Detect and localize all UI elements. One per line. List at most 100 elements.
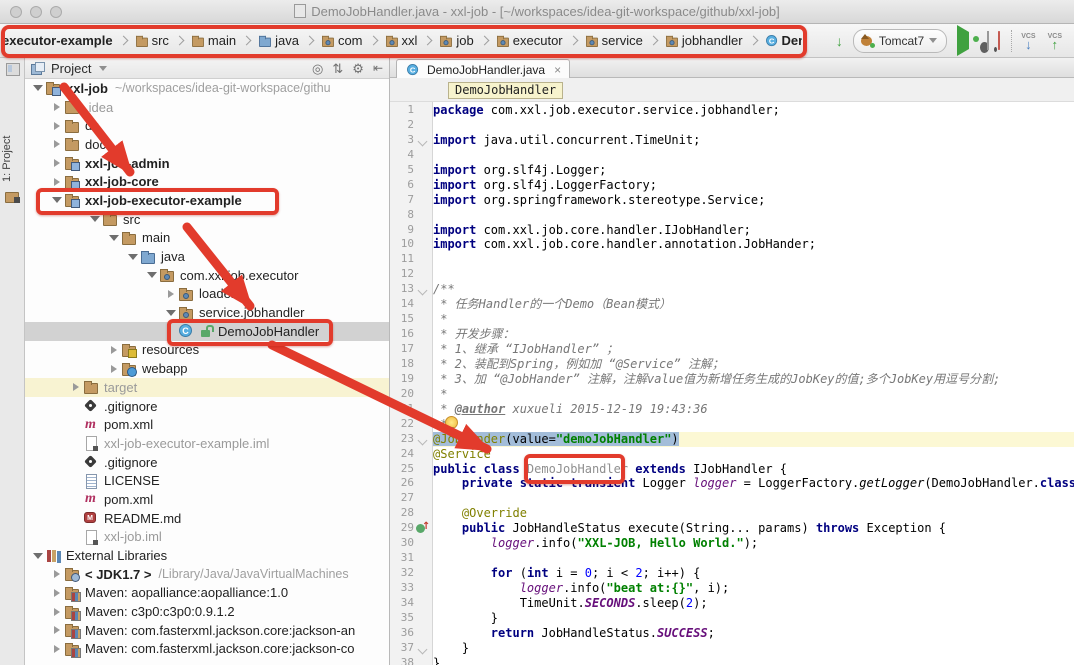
tree-item-xxl-job-iml[interactable]: xxl-job.iml	[25, 528, 389, 547]
expand-closed-icon[interactable]	[50, 645, 64, 653]
expand-closed-icon[interactable]	[50, 122, 64, 130]
tree-item-loader[interactable]: loader	[25, 285, 389, 304]
tree-item-pom-xml[interactable]: pom.xml	[25, 415, 389, 434]
tree-item-gitignore[interactable]: .gitignore	[25, 397, 389, 416]
nav-crumb-executor[interactable]: executor	[495, 33, 563, 49]
code-line-18[interactable]: 18 * 2、装配到Spring，例如加 “@Service” 注解；	[390, 357, 1074, 372]
expand-closed-icon[interactable]	[69, 383, 83, 391]
tree-item-xxl-job-executor-example-iml[interactable]: xxl-job-executor-example.iml	[25, 434, 389, 453]
code-line-13[interactable]: 13/**	[390, 282, 1074, 297]
code-line-30[interactable]: 30 logger.info("XXL-JOB, Hello World.");	[390, 536, 1074, 551]
code-line-1[interactable]: 1package com.xxl.job.executor.service.jo…	[390, 103, 1074, 118]
vcs-update-button[interactable]: VCS↓	[1021, 33, 1035, 49]
fold-marker-icon[interactable]	[418, 644, 428, 654]
expand-open-icon[interactable]	[107, 235, 121, 241]
expand-closed-icon[interactable]	[50, 626, 64, 634]
expand-open-icon[interactable]	[164, 310, 178, 316]
expand-open-icon[interactable]	[50, 197, 64, 203]
tree-item-maven-com-fasterxml-jackson-core-jackson-co[interactable]: Maven: com.fasterxml.jackson.core:jackso…	[25, 640, 389, 659]
expand-closed-icon[interactable]	[50, 178, 64, 186]
expand-closed-icon[interactable]	[107, 346, 121, 354]
project-tool-window-tab[interactable]: 1: Project	[1, 82, 13, 182]
collapse-all-button[interactable]: ⇅	[332, 62, 343, 75]
nav-crumb-service[interactable]: service	[584, 33, 643, 49]
run-button[interactable]	[957, 32, 969, 50]
coverage-button[interactable]	[987, 32, 989, 50]
expand-open-icon[interactable]	[126, 254, 140, 260]
tree-item-jdk1-7[interactable]: < JDK1.7 >/Library/Java/JavaVirtualMachi…	[25, 565, 389, 584]
code-line-31[interactable]: 31	[390, 551, 1074, 566]
nav-crumb-job[interactable]: job	[438, 33, 473, 49]
tree-item-maven-com-fasterxml-jackson-core-jackson-an[interactable]: Maven: com.fasterxml.jackson.core:jackso…	[25, 621, 389, 640]
code-line-8[interactable]: 8	[390, 208, 1074, 223]
tree-item-webapp[interactable]: webapp	[25, 359, 389, 378]
code-line-6[interactable]: 6import org.slf4j.LoggerFactory;	[390, 178, 1074, 193]
tree-item-maven-c3p0-c3p0-0-9-1-2[interactable]: Maven: c3p0:c3p0:0.9.1.2	[25, 602, 389, 621]
code-line-16[interactable]: 16 * 开发步骤：	[390, 327, 1074, 342]
tree-item-doc[interactable]: doc	[25, 135, 389, 154]
fold-marker-icon[interactable]	[418, 286, 428, 296]
code-line-3[interactable]: 3import java.util.concurrent.TimeUnit;	[390, 133, 1074, 148]
nav-crumb-xxl[interactable]: xxl	[384, 33, 418, 49]
tree-item-xxl-job-admin[interactable]: xxl-job-admin	[25, 154, 389, 173]
nav-crumb-jobhandler[interactable]: jobhandler	[664, 33, 743, 49]
tree-item-demojobhandler[interactable]: DemoJobHandler	[25, 322, 389, 341]
code-line-10[interactable]: 10import com.xxl.job.core.handler.annota…	[390, 237, 1074, 252]
nav-crumb-executor-example[interactable]: executor-example	[2, 33, 113, 48]
tree-item-service-jobhandler[interactable]: service.jobhandler	[25, 303, 389, 322]
code-line-4[interactable]: 4	[390, 148, 1074, 163]
expand-closed-icon[interactable]	[50, 589, 64, 597]
code-line-32[interactable]: 32 for (int i = 0; i < 2; i++) {	[390, 566, 1074, 581]
update-project-icon[interactable]: ↓	[836, 33, 843, 49]
fold-marker-icon[interactable]	[418, 435, 428, 445]
nav-crumb-src[interactable]: src	[134, 33, 169, 49]
code-line-11[interactable]: 11	[390, 252, 1074, 267]
code-line-27[interactable]: 27	[390, 491, 1074, 506]
code-line-12[interactable]: 12	[390, 267, 1074, 282]
hide-panel-button[interactable]: ⇤	[373, 62, 383, 74]
tree-item-gitignore[interactable]: .gitignore	[25, 453, 389, 472]
tree-item-target[interactable]: target	[25, 378, 389, 397]
tree-item-xxl-job-executor-example[interactable]: xxl-job-executor-example	[25, 191, 389, 210]
expand-open-icon[interactable]	[145, 272, 159, 278]
code-line-14[interactable]: 14 * 任务Handler的一个Demo（Bean模式）	[390, 297, 1074, 312]
code-line-5[interactable]: 5import org.slf4j.Logger;	[390, 163, 1074, 178]
nav-crumb-main[interactable]: main	[190, 33, 236, 49]
vcs-commit-button[interactable]: VCS↑	[1048, 33, 1062, 49]
close-tab-icon[interactable]: ×	[554, 64, 561, 76]
expand-closed-icon[interactable]	[107, 365, 121, 373]
tree-item-main[interactable]: main	[25, 229, 389, 248]
code-line-20[interactable]: 20 *	[390, 387, 1074, 402]
nav-crumb-demojobhandler[interactable]: DemoJobHandler	[764, 33, 802, 49]
code-line-36[interactable]: 36 return JobHandleStatus.SUCCESS;	[390, 626, 1074, 641]
code-line-22[interactable]: 22 */	[390, 417, 1074, 432]
code-line-17[interactable]: 17 * 1、继承 “IJobHandler” ；	[390, 342, 1074, 357]
tree-item-xxl-job[interactable]: xxl-job~/workspaces/idea-git-workspace/g…	[25, 79, 389, 98]
fold-marker-icon[interactable]	[418, 136, 428, 146]
stop-button[interactable]	[998, 32, 1000, 50]
code-line-7[interactable]: 7import org.springframework.stereotype.S…	[390, 193, 1074, 208]
expand-closed-icon[interactable]	[164, 290, 178, 298]
code-line-9[interactable]: 9import com.xxl.job.core.handler.IJobHan…	[390, 223, 1074, 238]
tree-item-readme-md[interactable]: README.md	[25, 509, 389, 528]
code-line-24[interactable]: 24@Service	[390, 447, 1074, 462]
tree-item-resources[interactable]: resources	[25, 341, 389, 360]
nav-crumb-java[interactable]: java	[257, 33, 299, 49]
expand-closed-icon[interactable]	[50, 570, 64, 578]
locate-file-button[interactable]: ◎	[312, 62, 323, 75]
code-line-33[interactable]: 33 logger.info("beat at:{}", i);	[390, 581, 1074, 596]
tree-item-com-xxl-job-executor[interactable]: com.xxl.job.executor	[25, 266, 389, 285]
settings-gear-button[interactable]: ⚙	[352, 62, 364, 75]
tree-item-pom-xml[interactable]: pom.xml	[25, 490, 389, 509]
expand-open-icon[interactable]	[31, 85, 45, 91]
tree-item-java[interactable]: java	[25, 247, 389, 266]
tree-item-idea[interactable]: .idea	[25, 98, 389, 117]
expand-closed-icon[interactable]	[50, 608, 64, 616]
tab-demojobhandler[interactable]: DemoJobHandler.java ×	[396, 59, 570, 79]
expand-closed-icon[interactable]	[50, 140, 64, 148]
code-line-34[interactable]: 34 TimeUnit.SECONDS.sleep(2);	[390, 596, 1074, 611]
run-configuration-select[interactable]: Tomcat7	[853, 29, 947, 53]
project-view-dropdown[interactable]	[99, 66, 107, 71]
code-line-2[interactable]: 2	[390, 118, 1074, 133]
intention-bulb-icon[interactable]	[445, 416, 458, 429]
